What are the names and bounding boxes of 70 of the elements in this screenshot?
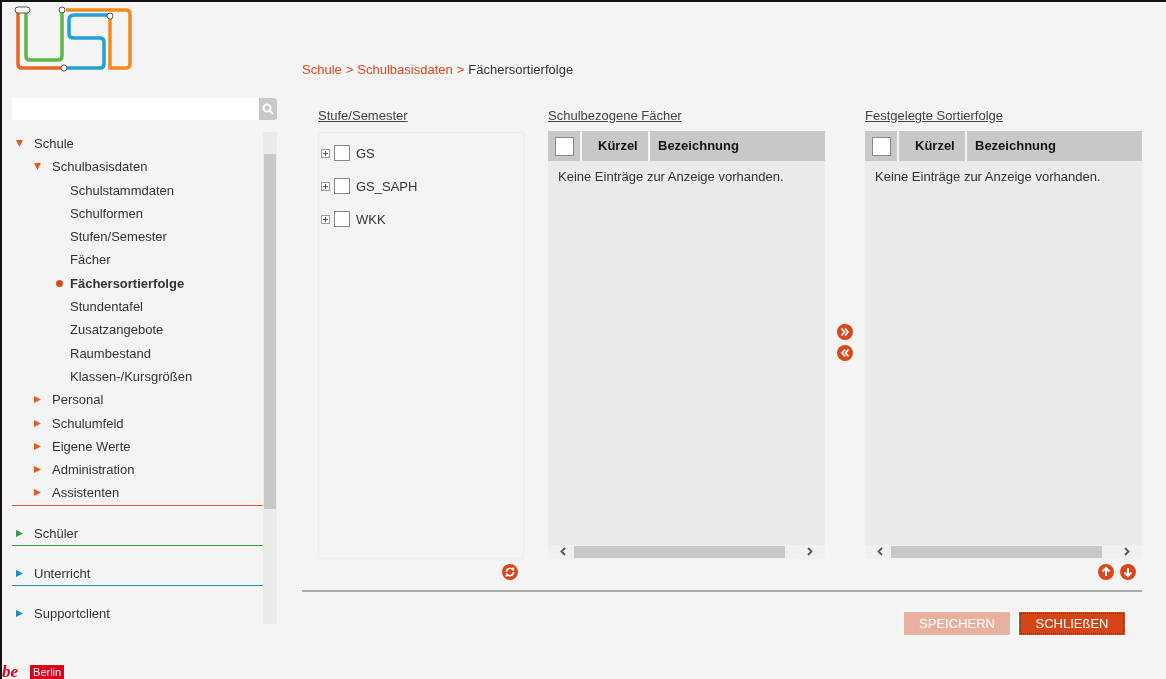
nav-item[interactable]: Zusatzangebote — [12, 318, 263, 342]
nav-item[interactable]: Stufen/Semester — [12, 225, 263, 249]
berlin-logo: be Berlin — [2, 663, 100, 679]
nav-item[interactable]: Schulumfeld — [12, 411, 263, 435]
select-all-checkbox[interactable] — [871, 136, 891, 156]
expand-icon[interactable] — [321, 181, 330, 191]
scroll-left-icon[interactable] — [877, 547, 883, 557]
nav-item[interactable]: Schule — [12, 132, 263, 156]
scrollbar[interactable] — [548, 544, 825, 559]
nav-item[interactable]: Fächer — [12, 248, 263, 272]
nav-item[interactable]: Supportclient — [12, 602, 263, 624]
nav-item[interactable]: Schulbasisdaten — [12, 155, 263, 179]
column-header[interactable]: Bezeichnung — [967, 131, 1142, 162]
nav-item[interactable]: Unterricht — [12, 562, 263, 586]
caret-icon[interactable] — [16, 529, 23, 537]
nav-item[interactable]: Schulstammdaten — [12, 178, 263, 202]
column-header[interactable]: Bezeichnung — [650, 131, 825, 162]
empty-message: Keine Einträge zur Anzeige vorhanden. — [558, 169, 784, 185]
checkbox[interactable] — [334, 178, 350, 194]
move-down-icon[interactable] — [1120, 564, 1136, 581]
search-field[interactable] — [12, 98, 277, 120]
caret-icon[interactable] — [34, 466, 41, 474]
nav-item[interactable]: Schüler — [12, 521, 263, 546]
nav-item[interactable]: Eigene Werte — [12, 434, 263, 459]
refresh-icon[interactable] — [502, 564, 518, 581]
empty-message: Keine Einträge zur Anzeige vorhanden. — [875, 169, 1101, 185]
column-header[interactable]: Kürzel — [899, 131, 965, 162]
caret-icon[interactable] — [16, 570, 23, 578]
expand-icon[interactable] — [321, 214, 330, 224]
panel-title: Schulbezogene Fächer — [548, 108, 683, 125]
nav-item[interactable]: Administration — [12, 458, 263, 482]
nav-item[interactable]: Fächersortierfolge — [12, 271, 263, 296]
scroll-right-icon[interactable] — [807, 547, 813, 557]
nav-item[interactable]: Stundentafel — [12, 295, 263, 319]
select-all-checkbox[interactable] — [554, 136, 574, 156]
move-left-icon[interactable] — [837, 344, 853, 361]
expand-icon[interactable] — [321, 148, 330, 158]
breadcrumb-link[interactable]: Schule — [302, 62, 342, 82]
panel-title: Stufe/Semester — [318, 108, 409, 125]
tree-item[interactable]: WKK — [356, 211, 386, 227]
selected-dot-icon — [56, 279, 63, 287]
caret-icon[interactable] — [34, 419, 41, 427]
breadcrumb-separator: > — [345, 62, 354, 79]
checkbox[interactable] — [334, 145, 350, 161]
nav-item[interactable]: Raumbestand — [12, 341, 263, 365]
panel-title: Festgelegte Sortierfolge — [865, 108, 1005, 125]
checkbox[interactable] — [334, 211, 350, 227]
tree-item[interactable]: GS — [356, 145, 375, 161]
nav-item[interactable]: Assistenten — [12, 481, 263, 505]
scroll-left-icon[interactable] — [560, 547, 566, 557]
move-right-icon[interactable] — [837, 323, 853, 340]
action-button[interactable]: SCHLIEßEN — [1018, 611, 1126, 636]
breadcrumb-separator: > — [456, 62, 465, 79]
nav-item[interactable]: Personal — [12, 388, 263, 412]
caret-icon[interactable] — [34, 442, 41, 450]
caret-icon[interactable] — [16, 140, 23, 147]
column-header[interactable]: Kürzel — [582, 131, 648, 162]
nav-item[interactable]: Schulformen — [12, 201, 263, 226]
caret-icon[interactable] — [34, 489, 41, 497]
caret-icon[interactable] — [34, 396, 41, 404]
breadcrumb-link[interactable]: Schulbasisdaten — [357, 62, 453, 82]
scroll-right-icon[interactable] — [1124, 547, 1130, 557]
caret-icon[interactable] — [34, 163, 41, 171]
move-up-icon[interactable] — [1098, 564, 1114, 581]
scrollbar[interactable] — [865, 544, 1142, 559]
breadcrumb-current: Fächersortierfolge — [468, 62, 574, 79]
nav-item[interactable]: Klassen-/Kursgrößen — [12, 364, 263, 389]
caret-icon[interactable] — [16, 610, 23, 618]
scrollbar[interactable] — [263, 132, 277, 624]
tree-item[interactable]: GS_SAPH — [356, 178, 418, 194]
